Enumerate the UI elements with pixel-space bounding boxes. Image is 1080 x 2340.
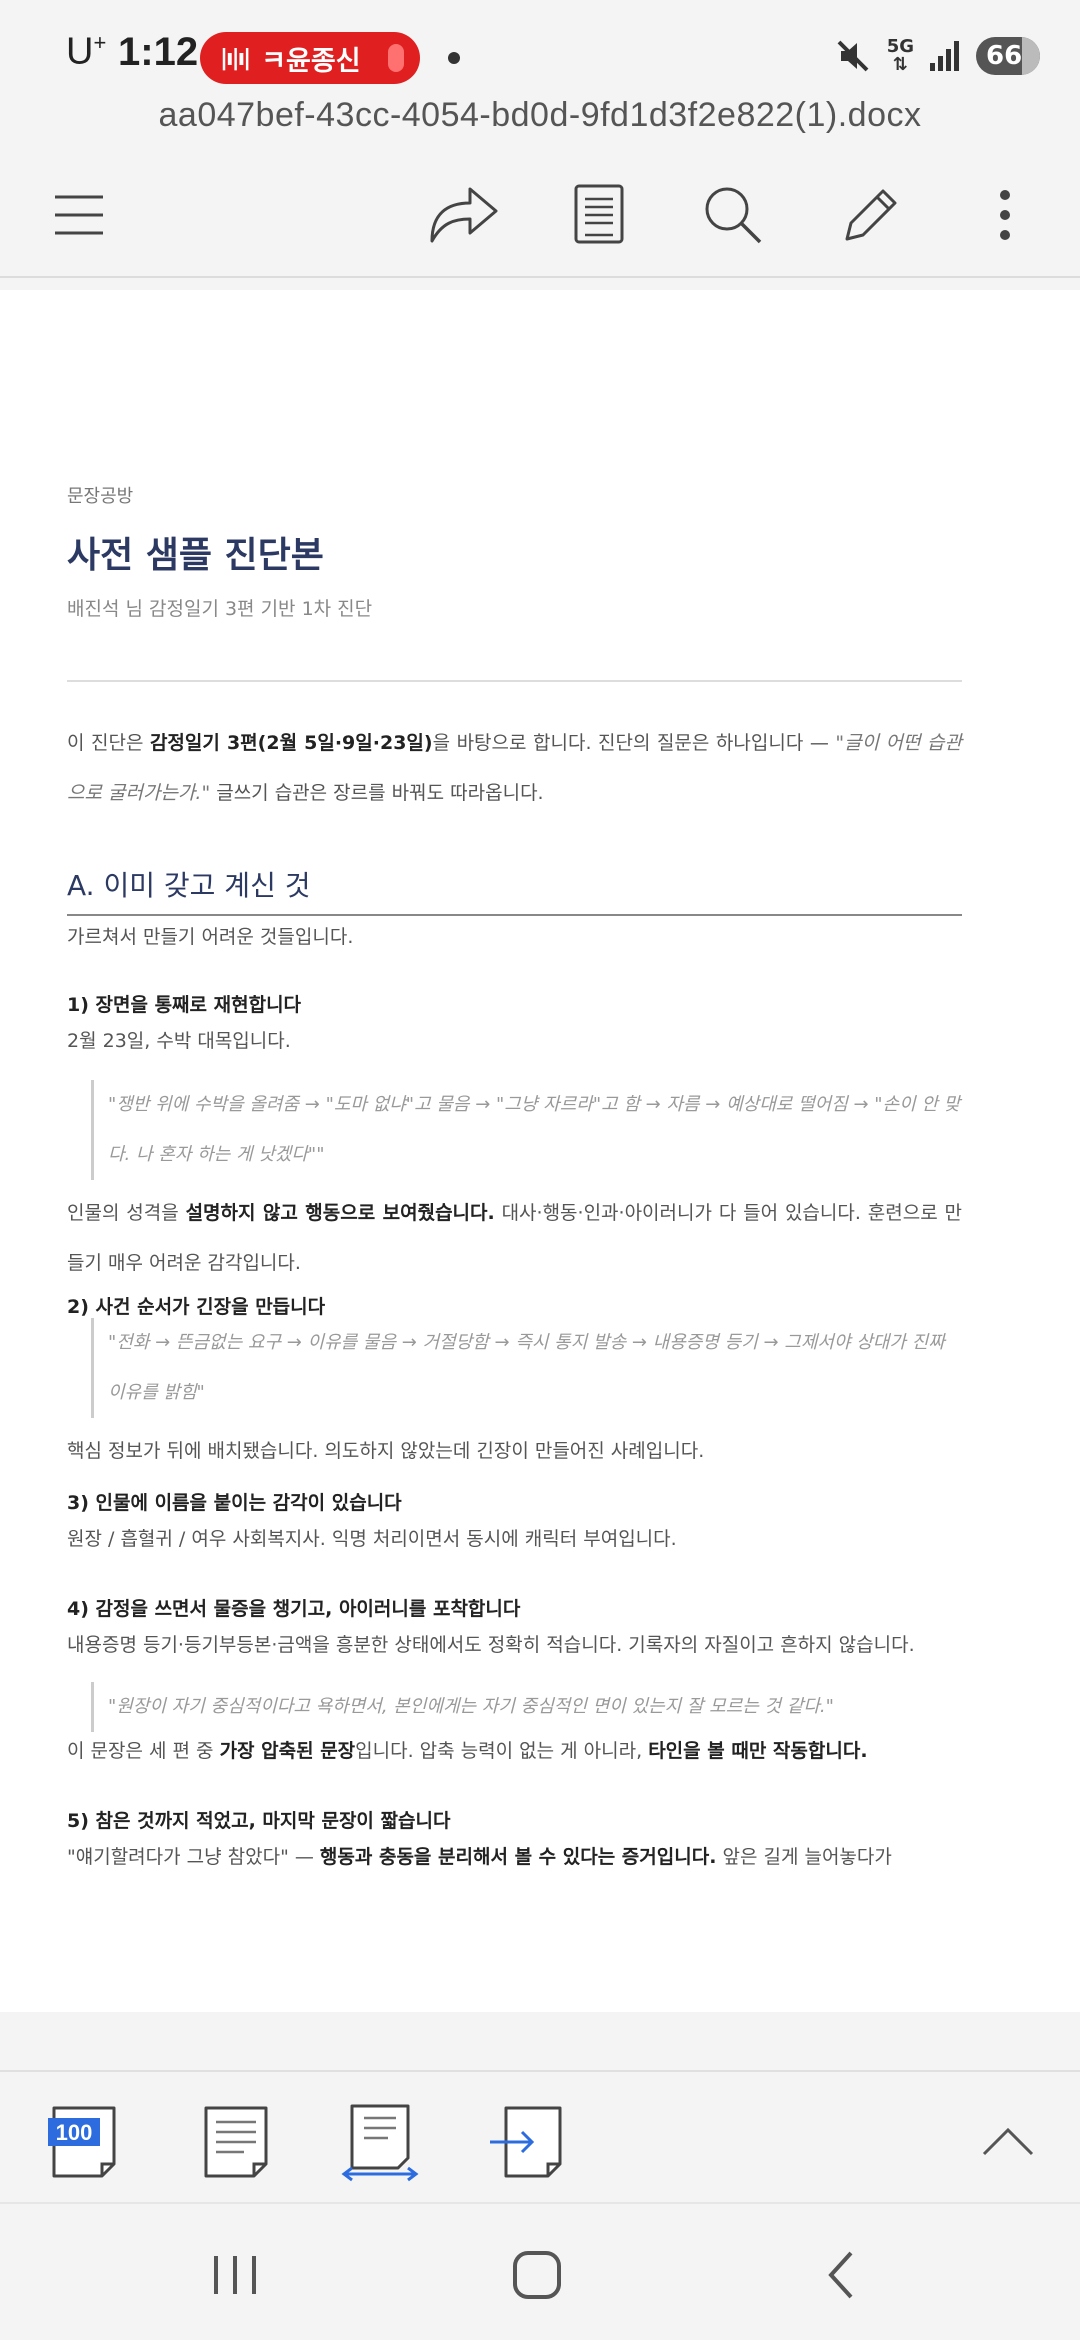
item-body: 내용증명 등기·등기부등본·금액을 흥분한 상태에서도 정확히 적습니다. 기록… [67, 1634, 915, 1656]
mute-icon [837, 40, 869, 72]
network-type: 5G ⇅ [886, 36, 914, 75]
reader-mode-icon[interactable] [554, 170, 644, 260]
search-icon[interactable] [688, 170, 778, 260]
item-body: 이 문장은 세 편 중 가장 압축된 문장입니다. 압축 능력이 없는 게 아니… [67, 1740, 868, 1762]
doc-brand: 문장공방 [67, 486, 134, 507]
navigation-bar [0, 2202, 1080, 2340]
item-heading: 4) 감정을 쓰면서 물증을 챙기고, 아이러니를 포착합니다 [67, 1598, 521, 1620]
item-heading: 2) 사건 순서가 긴장을 만듭니다 [67, 1296, 326, 1318]
item-text: 2월 23일, 수박 대목입니다. [67, 1030, 291, 1052]
page-view-icon[interactable] [196, 2102, 276, 2182]
status-bar: U+ 1:12 |ı|ı| ㅋ윤종신 5G ⇅ 66 [0, 0, 1080, 92]
edit-icon[interactable] [826, 170, 916, 260]
goto-page-icon[interactable] [488, 2102, 568, 2182]
fit-page-icon[interactable]: 100 [46, 2102, 126, 2182]
notification-dot-icon [448, 52, 460, 64]
clock: 1:12 [118, 30, 199, 74]
collapse-up-icon[interactable] [980, 2122, 1036, 2162]
home-icon[interactable] [502, 2240, 572, 2310]
page-width-icon[interactable] [340, 2102, 420, 2182]
more-icon[interactable] [960, 170, 1050, 260]
document-filename: aa047bef-43cc-4054-bd0d-9fd1d3f2e822(1).… [158, 96, 922, 134]
item-body: 인물의 성격을 설명하지 않고 행동으로 보여줬습니다. 대사·행동·인과·아이… [67, 1202, 962, 1274]
share-icon[interactable] [418, 170, 508, 260]
recents-icon[interactable] [200, 2240, 270, 2310]
document-page[interactable]: 문장공방 사전 샘플 진단본 배진석 님 감정일기 3편 기반 1차 진단 이 … [0, 290, 1080, 2012]
menu-icon[interactable] [34, 170, 124, 260]
item-heading: 1) 장면을 통째로 재현합니다 [67, 994, 302, 1016]
item-heading: 5) 참은 것까지 적었고, 마지막 문장이 짧습니다 [67, 1810, 451, 1832]
status-icons: 5G ⇅ 66 [833, 36, 1040, 76]
now-playing-label: ㅋ윤종신 [261, 45, 361, 77]
album-art-icon [388, 44, 404, 72]
audio-wave-icon: |ı|ı| [220, 45, 251, 71]
section-lead: 가르쳐서 만들기 어려운 것들입니다. [67, 926, 354, 948]
quote-block: "전화 → 뜬금없는 요구 → 이유를 물음 → 거절당함 → 즉시 통지 발송… [91, 1318, 962, 1418]
doc-title: 사전 샘플 진단본 [67, 535, 324, 576]
battery-indicator: 66 [976, 37, 1040, 75]
top-toolbar [0, 160, 1080, 280]
back-icon[interactable] [806, 2240, 876, 2310]
quote-block: "쟁반 위에 수박을 올려줌 → "도마 없냐"고 물음 → "그냥 자르라"고… [91, 1080, 962, 1180]
quote-block: "원장이 자기 중심적이다고 욕하면서, 본인에게는 자기 중심적인 면이 있는… [91, 1682, 962, 1732]
signal-icon [930, 41, 959, 71]
divider [67, 680, 962, 682]
section-heading: A. 이미 갖고 계신 것 [67, 864, 962, 916]
doc-subtitle: 배진석 님 감정일기 3편 기반 1차 진단 [67, 598, 373, 620]
item-body: "얘기할려다가 그냥 참았다" — 행동과 충동을 분리해서 볼 수 있다는 증… [67, 1846, 892, 1868]
zoom-badge: 100 [56, 2120, 93, 2145]
view-toolbar: 100 [0, 2070, 1080, 2200]
item-body: 원장 / 흡혈귀 / 여우 사회복지사. 익명 처리이면서 동시에 캐릭터 부여… [67, 1528, 677, 1550]
toolbar-divider [0, 276, 1080, 278]
intro-paragraph: 이 진단은 감정일기 3편(2월 5일·9일·23일)을 바탕으로 합니다. 진… [67, 732, 962, 804]
carrier-label: U+ [66, 30, 107, 73]
item-body: 핵심 정보가 뒤에 배치됐습니다. 의도하지 않았는데 긴장이 만들어진 사례입… [67, 1440, 705, 1462]
now-playing-chip[interactable]: |ı|ı| ㅋ윤종신 [200, 32, 420, 84]
item-heading: 3) 인물에 이름을 붙이는 감각이 있습니다 [67, 1492, 402, 1514]
